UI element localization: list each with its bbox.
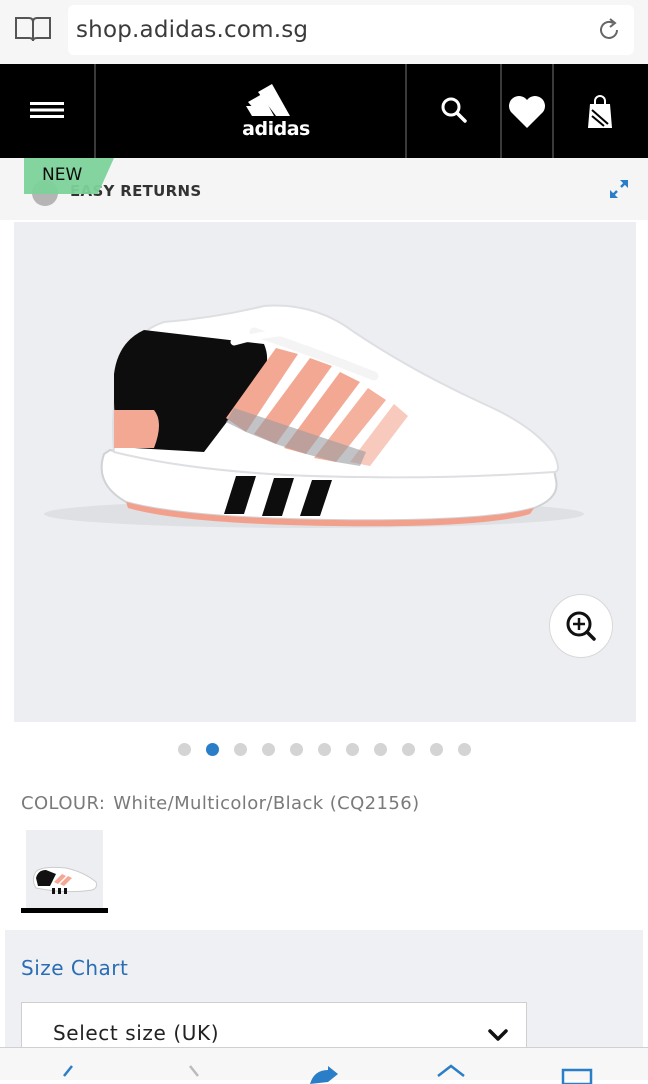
nav-divider xyxy=(405,64,407,158)
bookmarks-icon[interactable] xyxy=(434,1064,468,1084)
zoom-in-icon xyxy=(566,611,596,641)
nav-divider xyxy=(552,64,554,158)
carousel-dot[interactable] xyxy=(178,743,191,756)
carousel-dot[interactable] xyxy=(234,743,247,756)
size-chart-link[interactable]: Size Chart xyxy=(21,956,128,980)
browser-bar: shop.adidas.com.sg xyxy=(0,0,648,64)
carousel-dot[interactable] xyxy=(374,743,387,756)
chevron-down-icon xyxy=(488,1029,508,1041)
reload-icon[interactable] xyxy=(596,17,622,43)
search-icon[interactable] xyxy=(440,96,468,124)
url-text: shop.adidas.com.sg xyxy=(76,17,309,43)
carousel-dot[interactable] xyxy=(430,743,443,756)
nav-divider xyxy=(500,64,502,158)
carousel-dot[interactable] xyxy=(318,743,331,756)
sneaker-image xyxy=(44,304,584,528)
selected-indicator xyxy=(21,908,108,913)
shopping-bag-icon[interactable] xyxy=(586,94,614,130)
size-select-value: Select size (UK) xyxy=(53,1021,220,1045)
share-icon[interactable] xyxy=(306,1064,340,1084)
adidas-logo-text: adidas xyxy=(242,118,310,140)
carousel-dot[interactable] xyxy=(290,743,303,756)
reader-icon[interactable] xyxy=(14,15,52,43)
browser-toolbar xyxy=(0,1047,648,1084)
colour-thumbnail[interactable] xyxy=(26,830,103,910)
site-nav: adidas xyxy=(0,64,648,158)
colour-label: COLOUR: xyxy=(21,793,106,814)
promo-banner[interactable]: EASY RETURNS NEW xyxy=(0,158,648,220)
carousel-dot[interactable] xyxy=(458,743,471,756)
adidas-logo[interactable]: adidas xyxy=(238,80,314,144)
back-arrow-icon[interactable] xyxy=(50,1064,84,1084)
expand-icon[interactable] xyxy=(608,178,630,200)
colour-info: COLOUR: White/Multicolor/Black (CQ2156) xyxy=(21,793,420,814)
carousel-dot[interactable] xyxy=(402,743,415,756)
colour-value: White/Multicolor/Black (CQ2156) xyxy=(113,793,420,814)
carousel-dot[interactable] xyxy=(346,743,359,756)
zoom-button[interactable] xyxy=(549,594,613,658)
adidas-stripes-icon xyxy=(246,84,290,116)
tabs-icon[interactable] xyxy=(560,1064,594,1084)
carousel-dot[interactable] xyxy=(206,743,219,756)
nav-divider xyxy=(94,64,96,158)
product-image[interactable] xyxy=(14,222,636,722)
sneaker-thumbnail-image xyxy=(33,866,97,894)
url-field[interactable]: shop.adidas.com.sg xyxy=(68,5,634,55)
forward-arrow-icon[interactable] xyxy=(180,1064,214,1084)
wishlist-heart-icon[interactable] xyxy=(506,94,548,130)
carousel-dot[interactable] xyxy=(262,743,275,756)
menu-icon[interactable] xyxy=(30,98,64,122)
